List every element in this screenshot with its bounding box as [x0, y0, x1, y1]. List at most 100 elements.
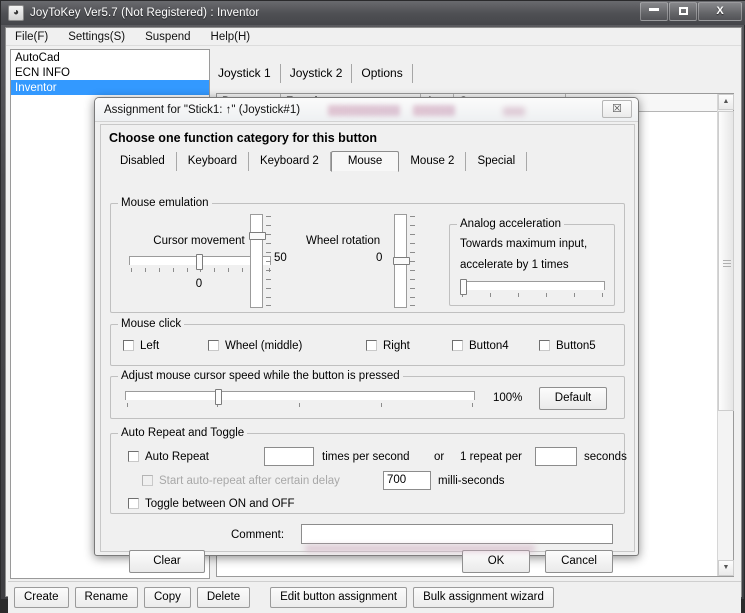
window-title: JoyToKey Ver5.7 (Not Registered) : Inven… — [30, 7, 260, 19]
rename-button[interactable]: Rename — [74, 587, 138, 608]
menu-bar: File(F) Settings(S) Suspend Help(H) — [6, 28, 741, 46]
slider-rail — [250, 214, 263, 308]
checkbox-left-label: Left — [140, 340, 160, 352]
checkbox-button5[interactable] — [539, 340, 550, 351]
tab-options[interactable]: Options — [352, 64, 413, 83]
wheel-rotation-value: 0 — [376, 252, 383, 264]
redacted-text-1 — [328, 105, 400, 116]
checkbox-left[interactable] — [123, 340, 134, 351]
comment-input[interactable] — [301, 524, 613, 544]
bottom-toolbar: Create Rename Copy Delete Edit button as… — [8, 581, 741, 613]
tab-strip: Joystick 1 Joystick 2 Options — [214, 61, 413, 83]
menu-suspend[interactable]: Suspend — [142, 30, 193, 44]
scrollbar-thumb[interactable] — [718, 111, 734, 411]
slider-ticks — [266, 214, 272, 308]
analog-acceleration-label: Analog acceleration — [457, 218, 565, 230]
checkbox-auto-repeat[interactable] — [128, 451, 139, 462]
tab-keyboard-2[interactable]: Keyboard 2 — [249, 152, 331, 171]
or-label: or — [434, 451, 445, 463]
checkbox-toggle-on-off[interactable] — [128, 498, 139, 509]
slider-thumb[interactable] — [215, 389, 222, 405]
list-item[interactable]: ECN INFO — [11, 65, 209, 80]
slider-thumb[interactable] — [249, 232, 266, 240]
seconds-input[interactable] — [535, 447, 577, 466]
default-button[interactable]: Default — [539, 387, 607, 410]
checkbox-button4[interactable] — [452, 340, 463, 351]
tab-mouse-2[interactable]: Mouse 2 — [399, 152, 467, 171]
scroll-down-icon[interactable]: ▼ — [718, 560, 734, 576]
maximize-icon — [678, 7, 688, 15]
checkbox-wheel-middle[interactable] — [208, 340, 219, 351]
redacted-text-3 — [503, 107, 525, 116]
tab-joystick-2[interactable]: Joystick 2 — [280, 64, 353, 83]
checkbox-start-delay-label: Start auto-repeat after certain delay — [159, 475, 340, 487]
seconds-label: seconds — [584, 451, 627, 463]
list-item[interactable]: AutoCad — [11, 50, 209, 65]
maximize-button[interactable] — [669, 2, 697, 21]
checkbox-start-delay[interactable] — [142, 475, 153, 486]
mouse-click-group: Mouse click Left Wheel (middle) Right Bu… — [110, 318, 625, 366]
auto-repeat-label: Auto Repeat and Toggle — [118, 427, 248, 439]
dialog-title: Assignment for "Stick1: ↑" (Joystick#1) — [104, 103, 301, 116]
delay-ms-input[interactable]: 700 — [383, 471, 431, 490]
milli-seconds-label: milli-seconds — [438, 475, 505, 487]
edit-button-assignment-button[interactable]: Edit button assignment — [270, 587, 408, 608]
menu-file[interactable]: File(F) — [12, 30, 51, 44]
checkbox-right[interactable] — [366, 340, 377, 351]
dialog-heading: Choose one function category for this bu… — [109, 131, 378, 145]
tab-mouse[interactable]: Mouse — [330, 151, 400, 172]
category-tabs: Disabled Keyboard Keyboard 2 Mouse Mouse… — [109, 150, 634, 172]
checkbox-toggle-on-off-label: Toggle between ON and OFF — [145, 498, 295, 510]
slider-thumb[interactable] — [393, 257, 410, 265]
cancel-button[interactable]: Cancel — [545, 550, 613, 573]
slider-ticks — [410, 214, 416, 308]
minimize-button[interactable] — [640, 2, 668, 21]
window-titlebar: ◕ JoyToKey Ver5.7 (Not Registered) : Inv… — [1, 1, 745, 25]
list-item[interactable]: Inventor — [11, 80, 209, 95]
bulk-assignment-wizard-button[interactable]: Bulk assignment wizard — [413, 587, 554, 608]
copy-button[interactable]: Copy — [144, 587, 191, 608]
joystick-icon: ◕ — [8, 5, 24, 21]
times-per-second-input[interactable] — [264, 447, 314, 466]
one-repeat-per-label: 1 repeat per — [460, 451, 523, 463]
cursor-speed-value: 100% — [493, 392, 523, 404]
slider-rail — [125, 391, 475, 400]
dialog-close-button[interactable]: ☒ — [602, 100, 632, 118]
vertical-slider-left-value: 50 — [274, 252, 287, 264]
delete-button[interactable]: Delete — [196, 587, 251, 608]
create-button[interactable]: Create — [14, 587, 69, 608]
menu-help[interactable]: Help(H) — [208, 30, 254, 44]
auto-repeat-group: Auto Repeat and Toggle Auto Repeat times… — [110, 427, 627, 514]
mouse-click-label: Mouse click — [118, 318, 185, 330]
comment-label: Comment: — [231, 529, 285, 541]
slider-rail — [460, 281, 605, 290]
grid-scrollbar[interactable]: ▲ ▼ — [717, 94, 734, 576]
wheel-rotation-label: Wheel rotation — [306, 235, 381, 247]
analog-acceleration-group: Analog acceleration Towards maximum inpu… — [449, 218, 615, 306]
mouse-emulation-group: Mouse emulation Cursor movement 0 50 Whe… — [110, 197, 625, 313]
scrollbar-grip-icon — [723, 260, 731, 267]
slider-ticks — [460, 293, 605, 299]
tab-keyboard[interactable]: Keyboard — [177, 152, 249, 171]
cursor-movement-label: Cursor movement — [153, 235, 245, 247]
checkbox-auto-repeat-label: Auto Repeat — [145, 451, 209, 463]
analog-acceleration-line1: Towards maximum input, — [460, 238, 588, 250]
slider-thumb[interactable] — [460, 279, 467, 295]
cursor-speed-group: Adjust mouse cursor speed while the butt… — [110, 370, 625, 419]
menu-settings[interactable]: Settings(S) — [65, 30, 128, 44]
redacted-text-2 — [413, 105, 455, 116]
dialog-titlebar: Assignment for "Stick1: ↑" (Joystick#1) … — [95, 98, 638, 122]
scroll-up-icon[interactable]: ▲ — [718, 94, 734, 110]
dialog-body: Choose one function category for this bu… — [100, 124, 635, 573]
mouse-emulation-label: Mouse emulation — [118, 197, 212, 209]
ok-button[interactable]: OK — [462, 550, 530, 573]
clear-button[interactable]: Clear — [129, 550, 205, 573]
checkbox-button5-label: Button5 — [556, 340, 596, 352]
slider-thumb[interactable] — [196, 254, 203, 270]
cursor-speed-label: Adjust mouse cursor speed while the butt… — [118, 370, 403, 382]
tab-disabled[interactable]: Disabled — [109, 152, 177, 171]
redacted-text-4 — [305, 545, 535, 552]
tab-joystick-1[interactable]: Joystick 1 — [214, 64, 281, 83]
close-button[interactable]: X — [698, 2, 742, 21]
tab-special[interactable]: Special — [466, 152, 528, 171]
